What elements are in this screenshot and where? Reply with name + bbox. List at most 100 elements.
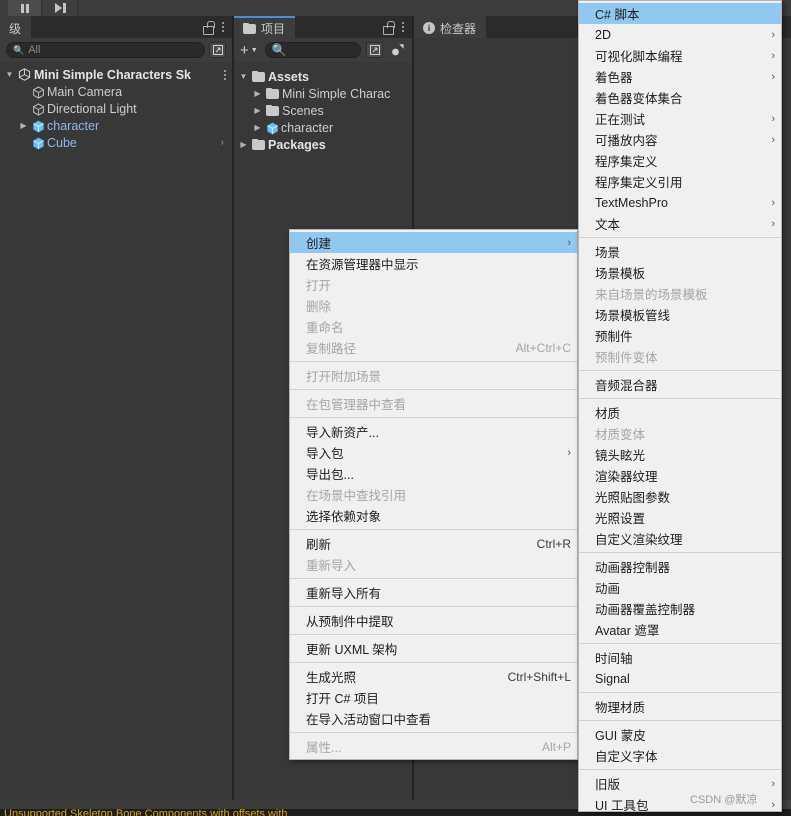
lock-icon[interactable] [382,21,395,35]
hierarchy-item-1[interactable]: Main Camera [0,83,232,100]
hierarchy-item-2[interactable]: Directional Light [0,100,232,117]
project-item-3[interactable]: character [234,119,412,136]
create-submenu-item-29[interactable]: 动画器控制器 [579,556,781,577]
create-submenu-item-4[interactable]: 着色器变体集合 [579,87,781,108]
create-submenu-separator [579,370,781,371]
context-menu-item-12[interactable]: 导入包 › [290,442,577,463]
create-submenu-separator [579,720,781,721]
lock-icon[interactable] [202,21,215,35]
pause-button[interactable] [8,0,42,16]
create-submenu-item-31[interactable]: 动画器覆盖控制器 [579,598,781,619]
tab-inspector[interactable]: i 检查器 [414,16,487,38]
step-button[interactable] [44,0,78,16]
kebab-menu-icon[interactable] [402,22,404,32]
create-submenu-item-label: 镜头眩光 [595,449,646,463]
context-menu-item-0[interactable]: 创建 › [290,232,577,253]
context-menu-item-28[interactable]: 在导入活动窗口中查看 [290,708,577,729]
expand-arrow-right-icon[interactable] [238,140,249,149]
tab-hierarchy[interactable]: 级 [0,16,32,38]
tab-project[interactable]: 项目 [234,16,296,38]
create-submenu-item-7[interactable]: 程序集定义 [579,150,781,171]
context-menu-item-20[interactable]: 重新导入所有 [290,582,577,603]
create-submenu-item-12[interactable]: 场景 [579,241,781,262]
hierarchy-filter-button[interactable] [209,42,226,58]
create-submenu-item-2[interactable]: 可视化脚本编程 › [579,45,781,66]
create-submenu-item-3[interactable]: 着色器 › [579,66,781,87]
context-menu-separator [290,361,577,362]
context-menu-item-17[interactable]: 刷新 Ctrl+R [290,533,577,554]
expand-arrow-right-icon[interactable] [252,89,263,98]
create-submenu-item-27[interactable]: 自定义渲染纹理 [579,528,781,549]
hierarchy-item-label: character [47,118,100,133]
context-menu-item-18: 重新导入 [290,554,577,575]
create-submenu-item-label: TextMeshPro [595,195,668,210]
hierarchy-item-label: Mini Simple Characters Sk [34,67,192,82]
project-type-filter-button[interactable] [388,43,408,57]
create-submenu-item-21[interactable]: 材质 [579,402,781,423]
expand-arrow-right-icon[interactable] [252,106,263,115]
console-warning-line[interactable]: Unsupported Skeleton Bone Components wit… [4,809,288,816]
project-filter-button[interactable] [366,42,383,58]
project-search-input[interactable]: 🔍 [264,42,361,58]
create-submenu-item-label: 音频混合器 [595,379,658,393]
hierarchy-item-4[interactable]: Cube › [0,134,232,151]
context-menu-separator [290,732,577,733]
create-submenu-item-13[interactable]: 场景模板 [579,262,781,283]
create-submenu-item-34[interactable]: 时间轴 [579,647,781,668]
project-item-2[interactable]: Scenes [234,102,412,119]
create-submenu-item-5[interactable]: 正在测试 › [579,108,781,129]
expand-arrow-right-icon[interactable] [18,121,29,130]
context-menu-item-24[interactable]: 更新 UXML 架构 [290,638,577,659]
context-menu-item-15[interactable]: 选择依赖对象 [290,505,577,526]
create-submenu-item-9[interactable]: TextMeshPro › [579,192,781,213]
create-submenu-item-0[interactable]: C# 脚本 [579,3,781,24]
context-menu-item-label: 导出包... [306,468,354,482]
create-submenu-item-25[interactable]: 光照贴图参数 [579,486,781,507]
project-item-1[interactable]: Mini Simple Charac [234,85,412,102]
context-menu-item-27[interactable]: 打开 C# 项目 [290,687,577,708]
create-submenu-separator [579,643,781,644]
project-item-4[interactable]: Packages [234,136,412,153]
context-menu-item-3: 删除 [290,295,577,316]
context-menu-item-22[interactable]: 从预制件中提取 [290,610,577,631]
create-submenu-item-30[interactable]: 动画 [579,577,781,598]
hierarchy-item-0[interactable]: Mini Simple Characters Sk [0,66,232,83]
gameobject-icon [32,102,44,116]
create-submenu-item-37[interactable]: 物理材质 [579,696,781,717]
context-menu-item-26[interactable]: 生成光照 Ctrl+Shift+L [290,666,577,687]
create-submenu-item-39[interactable]: GUI 蒙皮 [579,724,781,745]
context-menu-item-1[interactable]: 在资源管理器中显示 [290,253,577,274]
step-icon [55,3,66,13]
context-menu-separator [290,634,577,635]
create-submenu-item-26[interactable]: 光照设置 [579,507,781,528]
chevron-right-icon: › [567,236,571,249]
create-submenu-item-35[interactable]: Signal [579,668,781,689]
context-menu-item-13[interactable]: 导出包... [290,463,577,484]
create-submenu-item-6[interactable]: 可播放内容 › [579,129,781,150]
expand-arrow-down-icon[interactable] [4,70,15,79]
hierarchy-item-menu-icon[interactable] [224,69,226,80]
create-submenu-item-8[interactable]: 程序集定义引用 [579,171,781,192]
create-submenu-item-1[interactable]: 2D › [579,24,781,45]
create-submenu-item-19[interactable]: 音频混合器 [579,374,781,395]
project-item-0[interactable]: Assets [234,68,412,85]
search-icon: 🔍 [271,43,287,57]
create-submenu-item-10[interactable]: 文本 › [579,213,781,234]
project-tree: Assets Mini Simple Charac Scenes character P… [234,68,412,153]
context-menu-item-label: 刷新 [306,538,332,552]
create-submenu-item-15[interactable]: 场景模板管线 [579,304,781,325]
expand-arrow-down-icon[interactable] [238,72,249,81]
hierarchy-item-3[interactable]: character [0,117,232,134]
kebab-menu-icon[interactable] [222,22,224,32]
chevron-right-icon[interactable]: › [221,137,224,148]
hierarchy-search-input[interactable]: 🔍 All [6,42,205,58]
create-submenu-item-40[interactable]: 自定义字体 [579,745,781,766]
project-create-button[interactable]: + ▼ [238,43,260,58]
create-submenu-item-16[interactable]: 预制件 [579,325,781,346]
context-menu-item-11[interactable]: 导入新资产... [290,421,577,442]
create-submenu-item-23[interactable]: 镜头眩光 [579,444,781,465]
expand-arrow-right-icon[interactable] [252,123,263,132]
create-submenu-item-32[interactable]: Avatar 遮罩 [579,619,781,640]
create-submenu-item-24[interactable]: 渲染器纹理 [579,465,781,486]
asset-type-filter-icon [392,44,404,56]
